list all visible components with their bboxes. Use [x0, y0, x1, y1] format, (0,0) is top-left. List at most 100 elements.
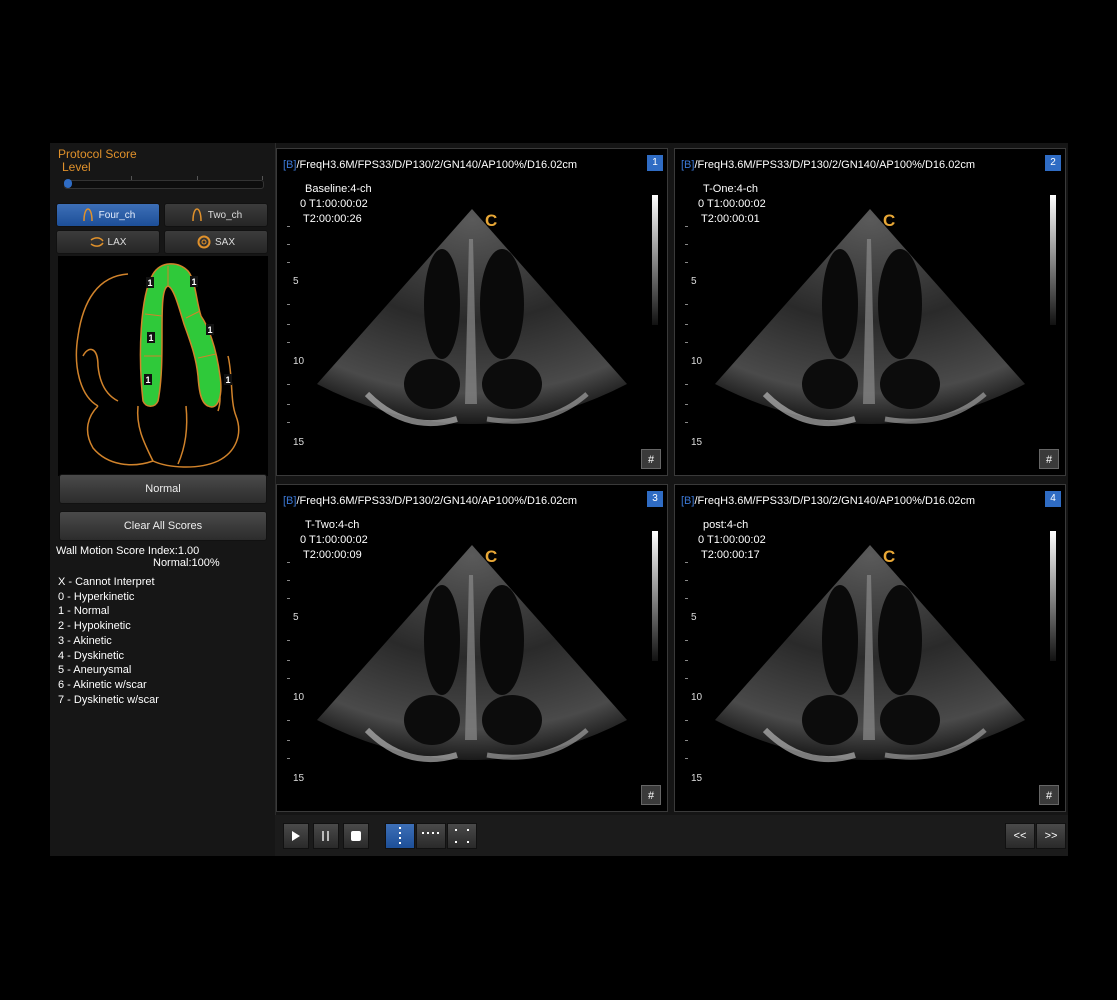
mode-label: [B]	[681, 495, 695, 507]
viewport-3[interactable]: [B]/FreqH3.6M/FPS33/D/P130/2/GN140/AP100…	[276, 484, 668, 812]
orientation-marker: C	[883, 547, 896, 566]
stop-button[interactable]	[343, 823, 369, 849]
viewport-params: [B]/FreqH3.6M/FPS33/D/P130/2/GN140/AP100…	[681, 495, 975, 507]
view-lax-label: LAX	[107, 236, 127, 248]
pause-icon	[322, 831, 329, 841]
two-chamber-icon	[192, 208, 202, 222]
prev-button[interactable]: <<	[1005, 823, 1035, 849]
stop-icon	[351, 831, 361, 841]
level-tick	[197, 176, 198, 180]
viewport-number-badge[interactable]: 1	[647, 155, 663, 171]
ultrasound-image	[317, 209, 627, 427]
viewport-1[interactable]: [B]/FreqH3.6M/FPS33/D/P130/2/GN140/AP100…	[276, 148, 668, 476]
layout-horizontal-icon	[422, 832, 439, 834]
mode-label: [B]	[283, 495, 297, 507]
layout-4x1-button[interactable]	[416, 823, 446, 849]
level-slider-thumb[interactable]	[64, 179, 72, 188]
legend-item: 6 - Akinetic w/scar	[58, 678, 147, 691]
viewport-4[interactable]: [B]/FreqH3.6M/FPS33/D/P130/2/GN140/AP100…	[674, 484, 1066, 812]
view-four-ch-button[interactable]: Four_ch	[56, 203, 160, 227]
orientation-marker: C	[485, 547, 498, 566]
mode-label: [B]	[681, 159, 695, 171]
viewport-menu-button[interactable]: #	[1039, 449, 1059, 469]
viewport-menu-button[interactable]: #	[641, 785, 661, 805]
stage-label: T-Two:4-ch	[305, 519, 360, 531]
legend-item: 0 - Hyperkinetic	[58, 590, 135, 603]
segment-score-mid-septal: 1	[148, 333, 153, 343]
viewport-params: [B]/FreqH3.6M/FPS33/D/P130/2/GN140/AP100…	[681, 159, 975, 171]
layout-2x2-button[interactable]	[447, 823, 477, 849]
scoring-panel: Protocol Score Level Four_ch Two_ch LAX …	[50, 143, 276, 856]
segment-score-apex: 1	[191, 277, 196, 287]
level-tick	[131, 176, 132, 180]
normal-button[interactable]: Normal	[59, 474, 267, 504]
view-sax-label: SAX	[214, 236, 235, 248]
viewport-menu-button[interactable]: #	[1039, 785, 1059, 805]
acquisition-params: /FreqH3.6M/FPS33/D/P130/2/GN140/AP100%/D…	[694, 495, 976, 507]
depth-scale: 5 10 15	[281, 194, 311, 454]
depth-label: 10	[293, 692, 305, 703]
stage-label: post:4-ch	[703, 519, 749, 531]
acquisition-params: /FreqH3.6M/FPS33/D/P130/2/GN140/AP100%/D…	[296, 159, 578, 171]
depth-label: 15	[293, 437, 305, 448]
viewport-number-badge[interactable]: 3	[647, 491, 663, 507]
segment-score-apical-lateral: 1	[207, 325, 212, 335]
depth-label: 5	[293, 276, 299, 287]
view-sax-button[interactable]: SAX	[164, 230, 268, 254]
level-slider[interactable]	[64, 176, 264, 189]
play-button[interactable]	[283, 823, 309, 849]
ultrasound-image	[317, 545, 627, 763]
viewport-params: [B]/FreqH3.6M/FPS33/D/P130/2/GN140/AP100…	[283, 495, 577, 507]
depth-label: 15	[691, 437, 703, 448]
grayscale-bar	[1050, 195, 1056, 325]
depth-label: 10	[293, 356, 305, 367]
orientation-marker: C	[485, 211, 498, 230]
level-tick	[262, 176, 263, 180]
depth-scale: 5 10 15	[679, 530, 709, 790]
segment-score-basal-lateral: 1	[225, 375, 230, 385]
ultrasound-image	[715, 209, 1025, 427]
clear-all-scores-button[interactable]: Clear All Scores	[59, 511, 267, 541]
viewport-menu-button[interactable]: #	[641, 449, 661, 469]
depth-label: 15	[293, 773, 305, 784]
stage-label: Baseline:4-ch	[305, 183, 372, 195]
play-icon	[292, 831, 300, 841]
view-four-ch-label: Four_ch	[98, 209, 136, 221]
wall-motion-score: Wall Motion Score Index:1.00 Normal:100%	[56, 545, 220, 569]
depth-scale: 5 10 15	[679, 194, 709, 454]
grayscale-bar	[652, 531, 658, 661]
playback-toolbar: << >>	[275, 815, 1068, 856]
sax-icon	[197, 235, 211, 249]
wms-normal-text: Normal:100%	[153, 557, 220, 569]
lax-icon	[90, 237, 104, 247]
depth-label: 10	[691, 356, 703, 367]
heart-segment-diagram: 1 1 1 1 1 1	[58, 256, 268, 476]
stress-echo-app: Protocol Score Level Four_ch Two_ch LAX …	[50, 143, 1068, 856]
layout-grid-icon	[455, 829, 469, 843]
view-two-ch-button[interactable]: Two_ch	[164, 203, 268, 227]
pause-button[interactable]	[313, 823, 339, 849]
protocol-score-label: Protocol Score Level	[58, 148, 137, 174]
grayscale-bar	[652, 195, 658, 325]
viewport-2[interactable]: [B]/FreqH3.6M/FPS33/D/P130/2/GN140/AP100…	[674, 148, 1066, 476]
score-legend: X - Cannot Interpret 0 - Hyperkinetic 1 …	[58, 575, 159, 707]
legend-item: 3 - Akinetic	[58, 634, 112, 647]
legend-item: 5 - Aneurysmal	[58, 664, 132, 677]
legend-item: 1 - Normal	[58, 605, 110, 618]
acquisition-params: /FreqH3.6M/FPS33/D/P130/2/GN140/AP100%/D…	[694, 159, 976, 171]
layout-1x4-button[interactable]	[385, 823, 415, 849]
viewport-number-badge[interactable]: 2	[1045, 155, 1061, 171]
view-lax-button[interactable]: LAX	[56, 230, 160, 254]
viewport-number-badge[interactable]: 4	[1045, 491, 1061, 507]
acquisition-params: /FreqH3.6M/FPS33/D/P130/2/GN140/AP100%/D…	[296, 495, 578, 507]
layout-vertical-icon	[399, 827, 401, 844]
next-button[interactable]: >>	[1036, 823, 1066, 849]
depth-label: 5	[293, 612, 299, 623]
segment-score-apical-septal: 1	[147, 278, 152, 288]
ultrasound-image	[715, 545, 1025, 763]
depth-label: 5	[691, 612, 697, 623]
legend-item: X - Cannot Interpret	[58, 576, 155, 588]
depth-label: 10	[691, 692, 703, 703]
viewport-params: [B]/FreqH3.6M/FPS33/D/P130/2/GN140/AP100…	[283, 159, 577, 171]
depth-label: 5	[691, 276, 697, 287]
